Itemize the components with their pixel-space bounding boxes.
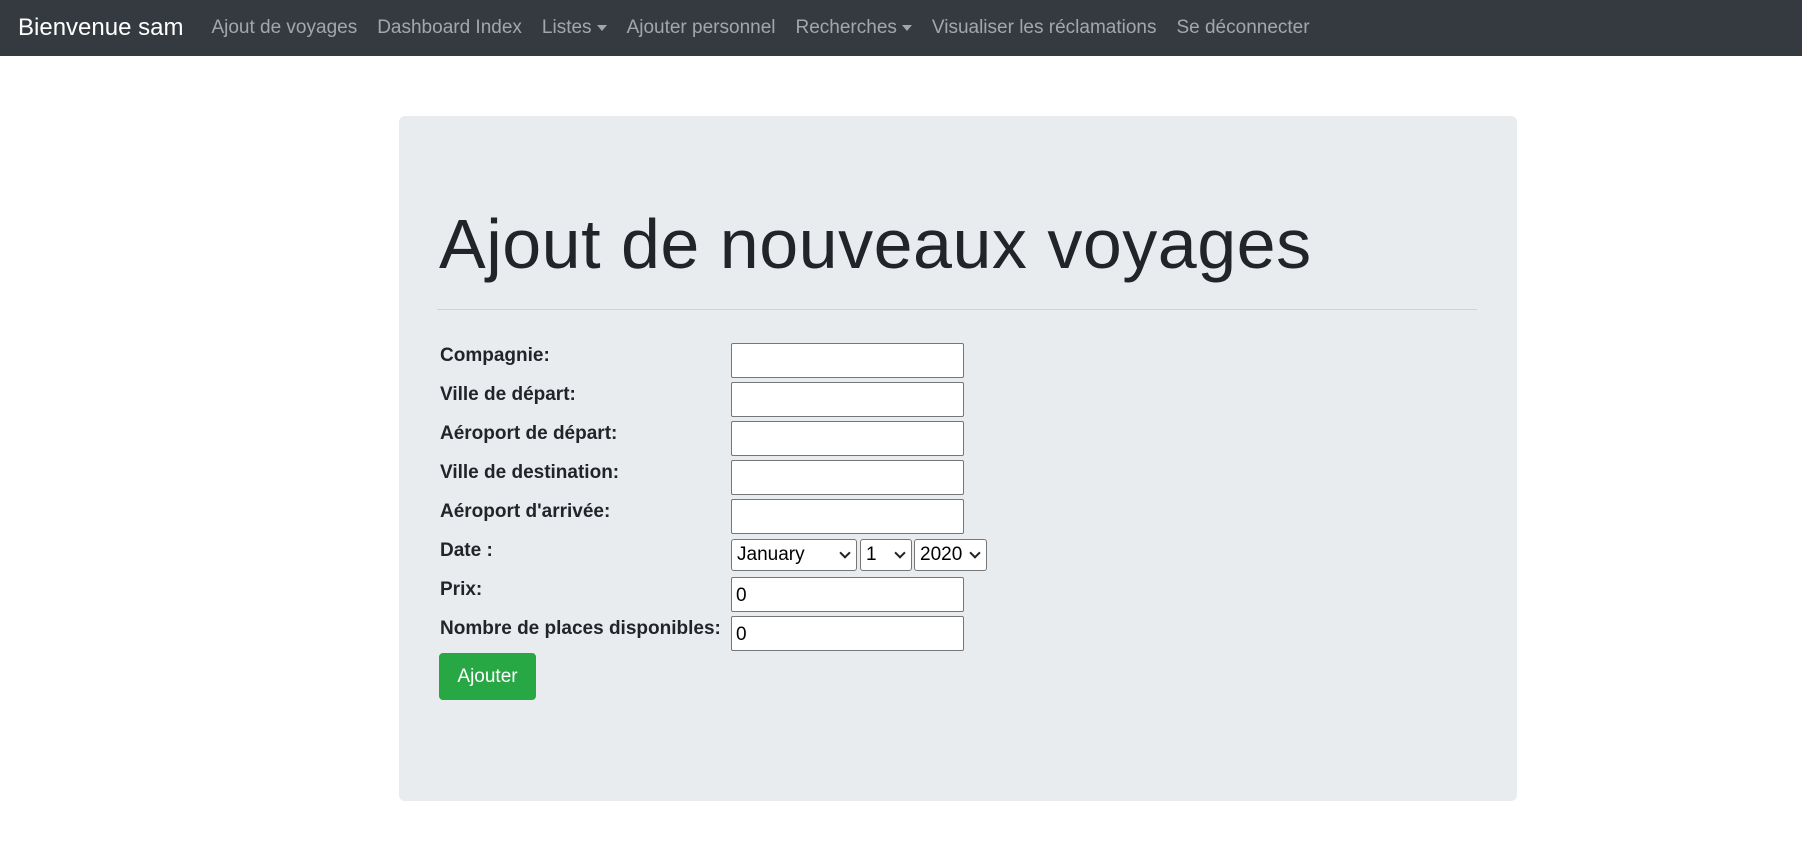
compagnie-label: Compagnie: bbox=[440, 345, 550, 366]
date-label: Date : bbox=[440, 540, 493, 561]
aeroport-arrivee-label: Aéroport d'arrivée: bbox=[440, 501, 611, 522]
date-day-value: 1 bbox=[866, 544, 877, 565]
date-day-select[interactable]: 1 bbox=[860, 539, 912, 571]
nav-dropdown-listes[interactable]: Listes bbox=[542, 17, 607, 39]
nav-link-label: Recherches bbox=[795, 17, 897, 38]
nav-link-label: Ajouter personnel bbox=[626, 17, 776, 38]
date-month-value: January bbox=[737, 544, 805, 565]
form-row-compagnie: Compagnie: bbox=[440, 343, 1140, 379]
form-row-places: Nombre de places disponibles: bbox=[440, 616, 1140, 652]
aeroport-depart-label: Aéroport de départ: bbox=[440, 423, 618, 444]
aeroport-arrivee-input[interactable] bbox=[731, 499, 964, 534]
navbar-brand[interactable]: Bienvenue sam bbox=[18, 14, 183, 42]
top-navbar: Bienvenue sam Ajout de voyages Dashboard… bbox=[0, 0, 1802, 56]
ville-depart-input[interactable] bbox=[731, 382, 964, 417]
prix-input[interactable] bbox=[731, 577, 964, 612]
nav-link-label: Ajout de voyages bbox=[211, 17, 358, 38]
nav-link-label: Visualiser les réclamations bbox=[931, 17, 1157, 38]
date-month-select[interactable]: January bbox=[731, 539, 857, 571]
ville-depart-label: Ville de départ: bbox=[440, 384, 576, 405]
title-divider bbox=[437, 309, 1477, 310]
nav-link-ajout-voyages[interactable]: Ajout de voyages bbox=[211, 17, 357, 39]
form-row-prix: Prix: bbox=[440, 577, 1140, 613]
chevron-down-icon bbox=[969, 547, 981, 559]
ville-destination-label: Ville de destination: bbox=[440, 462, 620, 483]
places-input[interactable] bbox=[731, 616, 964, 651]
form-row-date: Date : January 1 2020 bbox=[440, 538, 1140, 574]
nav-link-label: Listes bbox=[541, 17, 592, 38]
caret-down-icon bbox=[596, 25, 607, 31]
aeroport-depart-input[interactable] bbox=[731, 421, 964, 456]
prix-label: Prix: bbox=[440, 579, 483, 600]
date-year-select[interactable]: 2020 bbox=[914, 539, 987, 571]
nav-link-label: Dashboard Index bbox=[377, 17, 522, 38]
chevron-down-icon bbox=[894, 547, 906, 559]
caret-down-icon bbox=[901, 25, 912, 31]
date-year-value: 2020 bbox=[920, 544, 963, 565]
form-row-aeroport-arrivee: Aéroport d'arrivée: bbox=[440, 499, 1140, 535]
form-row-ville-destination: Ville de destination: bbox=[440, 460, 1140, 496]
ville-destination-input[interactable] bbox=[731, 460, 964, 495]
places-label: Nombre de places disponibles: bbox=[440, 618, 721, 639]
ajouter-button[interactable]: Ajouter bbox=[439, 653, 536, 700]
nav-link-se-deconnecter[interactable]: Se déconnecter bbox=[1176, 17, 1309, 39]
nav-link-dashboard-index[interactable]: Dashboard Index bbox=[377, 17, 522, 39]
compagnie-input[interactable] bbox=[731, 343, 964, 378]
nav-dropdown-recherches[interactable]: Recherches bbox=[796, 17, 912, 39]
nav-link-label: Se déconnecter bbox=[1176, 17, 1310, 38]
form-row-ville-depart: Ville de départ: bbox=[440, 382, 1140, 418]
form-row-aeroport-depart: Aéroport de départ: bbox=[440, 421, 1140, 457]
nav-link-visualiser-reclamations[interactable]: Visualiser les réclamations bbox=[932, 17, 1157, 39]
chevron-down-icon bbox=[839, 547, 851, 559]
form-panel: Ajout de nouveaux voyages Compagnie: Vil… bbox=[399, 116, 1517, 801]
nav-link-ajouter-personnel[interactable]: Ajouter personnel bbox=[627, 17, 776, 39]
page-title: Ajout de nouveaux voyages bbox=[439, 205, 1312, 283]
